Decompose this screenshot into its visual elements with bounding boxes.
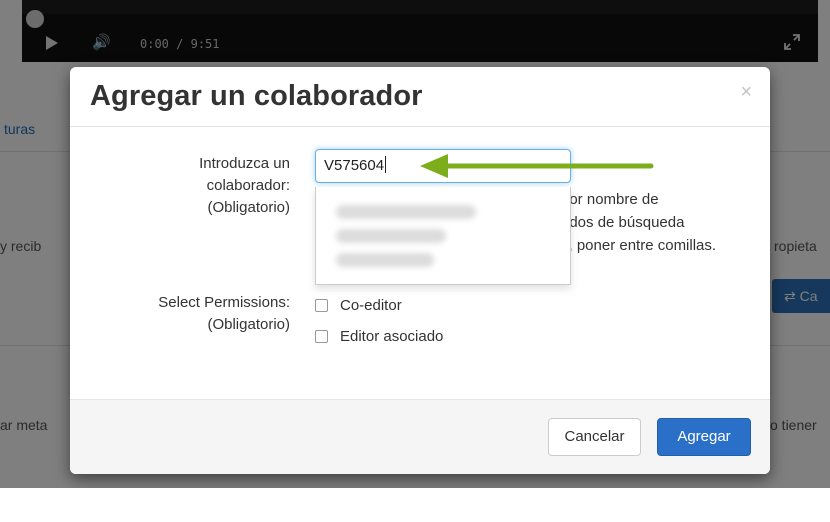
autocomplete-suggestion[interactable]	[336, 205, 476, 219]
collaborator-help-text: por nombre de ados de búsqueda s, poner …	[561, 188, 761, 257]
help-text-line1: por nombre de	[561, 191, 659, 208]
modal-footer: Cancelar Agregar	[70, 399, 770, 474]
autocomplete-dropdown	[315, 187, 571, 285]
permission-option-coeditor[interactable]: Co-editor	[315, 294, 402, 316]
collaborator-input-value: V575604	[324, 157, 385, 174]
add-collaborator-modal: Agregar un colaborador × Introduzca un c…	[70, 67, 770, 474]
permissions-label-line2: (Obligatorio)	[207, 316, 290, 333]
text-caret	[385, 156, 387, 173]
coeditor-label[interactable]: Co-editor	[340, 297, 402, 314]
associate-editor-checkbox[interactable]	[315, 329, 328, 343]
collaborator-label-line1: Introduzca un	[199, 155, 290, 172]
collaborator-label-line2: colaborador:	[206, 177, 290, 194]
collaborator-label: Introduzca un colaborador: (Obligatorio)	[130, 153, 290, 219]
permissions-label-line1: Select Permissions:	[158, 294, 290, 311]
help-text-line2: ados de búsqueda	[561, 214, 685, 231]
cancel-button[interactable]: Cancelar	[548, 418, 641, 456]
associate-editor-label[interactable]: Editor asociado	[340, 328, 443, 345]
modal-title: Agregar un colaborador	[90, 80, 423, 112]
collaborator-label-line3: (Obligatorio)	[207, 199, 290, 216]
autocomplete-suggestion[interactable]	[336, 229, 446, 243]
autocomplete-suggestion[interactable]	[336, 253, 434, 267]
background-bottom	[0, 488, 830, 522]
permissions-label: Select Permissions: (Obligatorio)	[110, 292, 290, 336]
add-button[interactable]: Agregar	[657, 418, 751, 456]
coeditor-checkbox[interactable]	[315, 298, 328, 312]
modal-header: Agregar un colaborador ×	[70, 67, 770, 127]
close-icon[interactable]: ×	[740, 81, 752, 104]
permission-option-associate-editor[interactable]: Editor asociado	[315, 325, 443, 347]
annotation-arrow-icon	[420, 154, 654, 178]
help-text-line3: s, poner entre comillas.	[561, 237, 717, 254]
